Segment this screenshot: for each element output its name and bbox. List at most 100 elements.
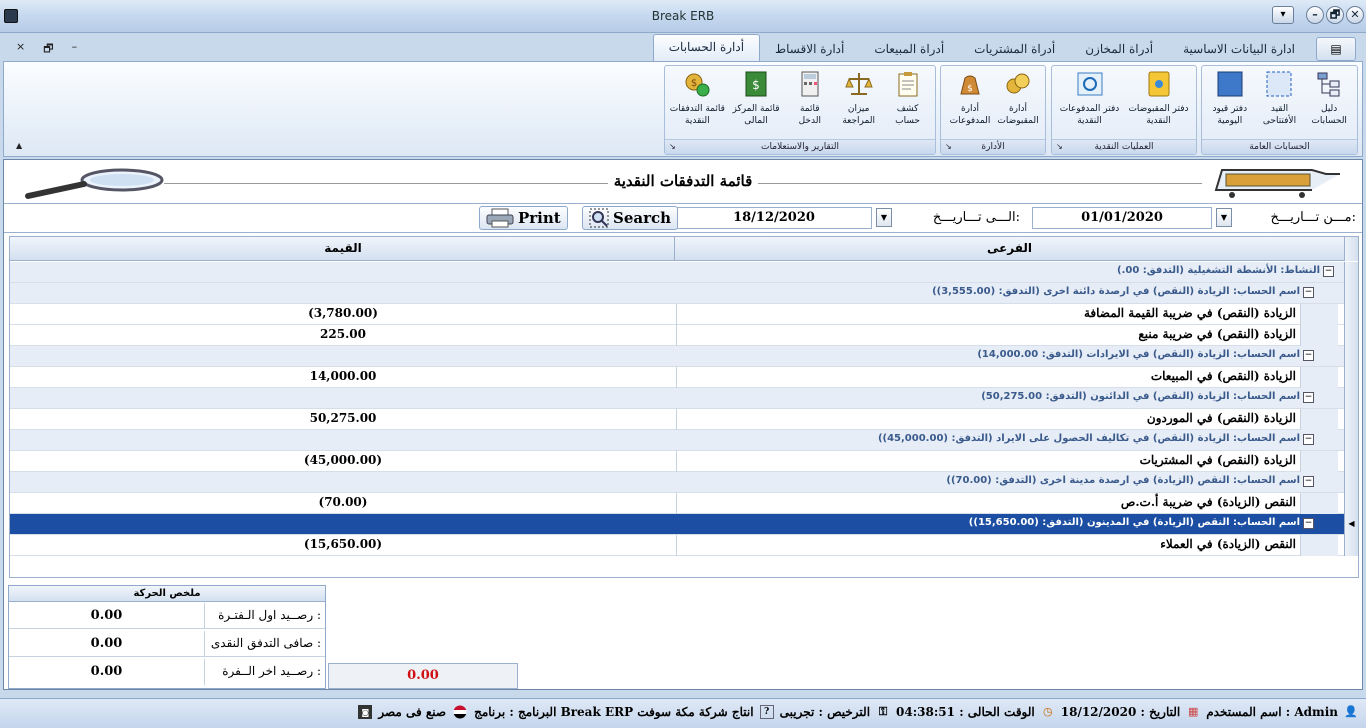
tab-installments[interactable]: أدارة الاقساط	[760, 37, 859, 61]
from-date-dropdown[interactable]: ▼	[1216, 208, 1232, 227]
from-date-field[interactable]: 01/01/2020	[1032, 207, 1212, 229]
row-indicator[interactable]	[1344, 451, 1358, 472]
account-group-row[interactable]: − اسم الحساب: الزيادة (النقص) في الدائنون…	[10, 388, 1358, 409]
account-group-row[interactable]: − اسم الحساب: الزيادة (النقص) في ارصدة دا…	[10, 283, 1358, 304]
status-user: اسم المستخدم : Admin	[1206, 705, 1338, 719]
dialog-launcher-icon[interactable]: ↘	[945, 140, 952, 154]
account-group-row[interactable]: − اسم الحساب: الزيادة (النقص) في تكاليف ا…	[10, 430, 1358, 451]
journal-book-button[interactable]: دفتر قيود اليومية	[1205, 66, 1255, 140]
branch-cell[interactable]: النقص (الزيادة) في العملاء	[682, 537, 1300, 551]
row-indicator[interactable]	[1344, 409, 1358, 430]
value-cell[interactable]: 50,275.00	[10, 411, 676, 425]
opening-entry-button[interactable]: القيد الأفتتاحى	[1255, 66, 1305, 140]
row-indicator[interactable]	[1344, 430, 1358, 451]
row-indicator[interactable]	[1344, 367, 1358, 388]
account-statement-button[interactable]: كشف حساب	[883, 66, 932, 140]
account-group-row[interactable]: − اسم الحساب: النقص (الزيادة) في ارصدة مد…	[10, 472, 1358, 493]
collapse-group-icon[interactable]: −	[1303, 476, 1314, 487]
collapse-group-icon[interactable]: −	[1303, 434, 1314, 445]
table-row[interactable]: الزيادة (النقص) في ضريبة القيمة المضافة (…	[10, 304, 1358, 325]
value-cell[interactable]: (70.00)	[10, 495, 676, 509]
tab-master-data[interactable]: ادارة البيانات الاساسية	[1168, 37, 1310, 61]
branch-cell[interactable]: الزيادة (النقص) في ضريبة القيمة المضافة	[682, 306, 1300, 320]
closing-balance-value: 0.00	[9, 659, 205, 685]
row-indicator[interactable]	[1344, 388, 1358, 409]
row-indent	[1300, 367, 1338, 388]
minimize-button[interactable]: –	[1306, 6, 1324, 24]
row-indicator[interactable]	[1344, 535, 1358, 556]
cash-receipts-book-button[interactable]: دفتر المقبوضات النقدية	[1124, 66, 1193, 140]
value-cell[interactable]: (3,780.00)	[10, 306, 676, 320]
collapse-group-icon[interactable]: −	[1303, 392, 1314, 403]
dialog-launcher-icon[interactable]: ↘	[1056, 140, 1063, 154]
print-button[interactable]: Print	[479, 206, 568, 230]
table-row[interactable]: الزيادة (النقص) في المشتريات (45,000.00)	[10, 451, 1358, 472]
value-cell[interactable]: 14,000.00	[10, 369, 676, 383]
trial-balance-button[interactable]: ميزان المراجعة	[834, 66, 883, 140]
branch-cell[interactable]: الزيادة (النقص) في المبيعات	[682, 369, 1300, 383]
income-statement-button[interactable]: قائمة الدخل	[785, 66, 834, 140]
dialog-launcher-icon[interactable]: ↘	[669, 140, 676, 154]
tab-warehouses[interactable]: أدراة المخازن	[1070, 37, 1168, 61]
value-cell[interactable]: (45,000.00)	[10, 453, 676, 467]
close-button[interactable]: ✕	[1346, 6, 1364, 24]
table-row[interactable]: النقص (الزيادة) في العملاء (15,650.00)	[10, 535, 1358, 556]
clock-icon: ◷	[1042, 705, 1053, 718]
collapse-group-icon[interactable]: −	[1323, 266, 1334, 277]
row-indicator[interactable]: ◀	[1344, 514, 1358, 535]
collapse-group-icon[interactable]: −	[1303, 518, 1314, 529]
status-bar: 👤 اسم المستخدم : Admin ▦ التاريخ : 18/12…	[0, 698, 1366, 728]
tab-sales[interactable]: أدراة المبيعات	[859, 37, 959, 61]
group-label: ↘ التقارير والاستعلامات	[665, 139, 935, 154]
table-row[interactable]: النقص (الزيادة) في ضريبة أ.ت.ص (70.00)	[10, 493, 1358, 514]
payments-admin-button[interactable]: $ أدارة المدفوعات	[946, 66, 994, 140]
value-cell[interactable]: (15,650.00)	[10, 537, 676, 551]
tab-purchases[interactable]: أدراة المشتريات	[959, 37, 1070, 61]
cash-flow-statement-button[interactable]: $ قائمة التدفقات النقدية	[668, 66, 727, 140]
collapse-group-icon[interactable]: −	[1303, 287, 1314, 298]
mdi-minimize-button[interactable]: –	[72, 40, 78, 59]
application-menu-button[interactable]: ▤	[1316, 37, 1356, 61]
receipts-admin-button[interactable]: أدارة المقبوضات	[994, 66, 1042, 140]
quick-access-dropdown[interactable]: ▾	[1272, 6, 1294, 24]
to-date-dropdown[interactable]: ▼	[876, 208, 892, 227]
row-indicator[interactable]	[1344, 346, 1358, 367]
row-indicator[interactable]	[1344, 472, 1358, 493]
mdi-restore-button[interactable]: 🗗	[43, 40, 53, 59]
row-indicator[interactable]	[1344, 304, 1358, 325]
row-indicator[interactable]	[1344, 493, 1358, 514]
ribbon-collapse-icon[interactable]: ▲	[16, 141, 22, 150]
table-row[interactable]: الزيادة (النقص) في ضريبة منبع 225.00	[10, 325, 1358, 346]
branch-cell[interactable]: الزيادة (النقص) في المشتريات	[682, 453, 1300, 467]
search-button[interactable]: Search	[582, 206, 679, 230]
branch-cell[interactable]: الزيادة (النقص) في ضريبة منبع	[682, 327, 1300, 341]
activity-group-row[interactable]: − النشاط: الأنشطة التشغيلية (التدفق: 00.)	[10, 262, 1358, 283]
logo-icon: ◙	[358, 705, 373, 719]
mdi-close-button[interactable]: ×	[16, 40, 25, 59]
cashflow-icon: $	[683, 70, 711, 98]
column-branch[interactable]: الفرعى	[674, 237, 1344, 261]
financial-position-button[interactable]: $ قائمة المركز المالى	[727, 66, 786, 140]
cash-payments-book-button[interactable]: دفتر المدفوعات النقدية	[1055, 66, 1124, 140]
row-indicator[interactable]	[1344, 283, 1358, 304]
to-date-field[interactable]: 18/12/2020	[676, 207, 872, 229]
table-row[interactable]: الزيادة (النقص) في الموردون 50,275.00	[10, 409, 1358, 430]
account-group-row[interactable]: − اسم الحساب: النقص (الزيادة) في المدينون…	[10, 514, 1358, 535]
row-indicator[interactable]	[1344, 262, 1358, 283]
money-bag-icon: $	[956, 70, 984, 98]
chart-of-accounts-button[interactable]: دليل الحسابات	[1304, 66, 1354, 140]
table-row[interactable]: الزيادة (النقص) في المبيعات 14,000.00	[10, 367, 1358, 388]
row-indicator[interactable]	[1344, 325, 1358, 346]
branch-cell[interactable]: النقص (الزيادة) في ضريبة أ.ت.ص	[682, 495, 1300, 509]
column-value[interactable]: القيمة	[10, 237, 676, 261]
branch-cell[interactable]: الزيادة (النقص) في الموردون	[682, 411, 1300, 425]
tab-accounts[interactable]: أدارة الحسابات	[652, 34, 761, 61]
account-group-row[interactable]: − اسم الحساب: الزيادة (النقص) في الايرادا…	[10, 346, 1358, 367]
collapse-group-icon[interactable]: −	[1303, 350, 1314, 361]
group-cash-operations: دفتر المقبوضات النقدية دفتر المدفوعات ال…	[1051, 65, 1197, 155]
value-cell[interactable]: 225.00	[10, 327, 676, 341]
movement-summary-panel: ملخص الحركة 0.00 رصــيد اول الـفتـرة : 0…	[8, 585, 326, 689]
ribbon-tabs: ▤ ادارة البيانات الاساسية أدراة المخازن …	[652, 34, 1356, 61]
restore-button[interactable]: 🗗	[1326, 6, 1344, 24]
status-date: التاريخ : 18/12/2020	[1060, 705, 1181, 719]
